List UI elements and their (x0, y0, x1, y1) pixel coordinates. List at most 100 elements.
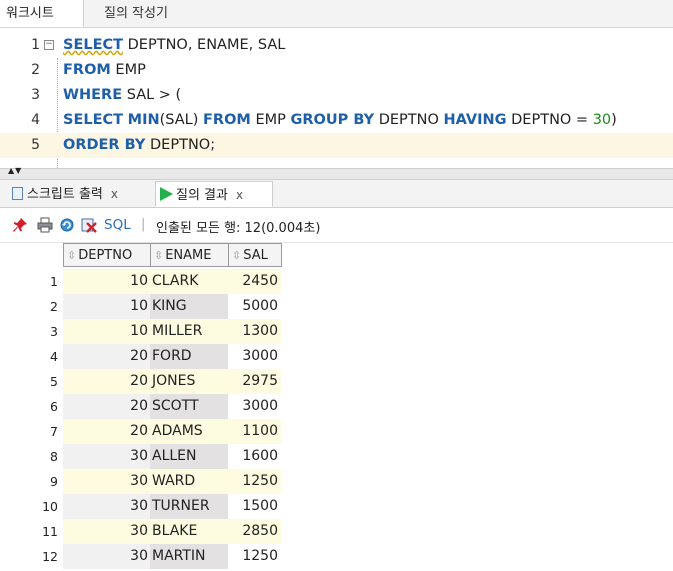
cell-sal[interactable]: 3000 (228, 394, 281, 419)
refresh-icon[interactable] (59, 217, 75, 233)
table-row[interactable]: 4 20 FORD 3000 (0, 344, 673, 369)
close-icon[interactable]: x (111, 187, 118, 201)
fold-toggle-icon[interactable]: − (44, 40, 54, 50)
code-line[interactable]: 1− SELECT DEPTNO, ENAME, SAL (0, 33, 673, 58)
row-number[interactable]: 5 (0, 369, 58, 394)
print-icon[interactable] (37, 217, 53, 233)
cell-deptno[interactable]: 20 (63, 394, 150, 419)
table-row[interactable]: 7 20 ADAMS 1100 (0, 419, 673, 444)
code-token: SELECT (63, 37, 124, 53)
cell-sal[interactable]: 5000 (228, 294, 281, 319)
cell-ename[interactable]: MILLER (150, 319, 228, 344)
cell-sal[interactable]: 1250 (228, 469, 281, 494)
pane-splitter[interactable]: ▲▼ (0, 166, 673, 180)
cell-deptno[interactable]: 10 (63, 294, 150, 319)
close-icon[interactable]: x (236, 188, 243, 202)
code-token: DEPTNO = (506, 112, 593, 128)
cell-ename[interactable]: ADAMS (150, 419, 228, 444)
sql-editor[interactable]: 1− SELECT DEPTNO, ENAME, SAL 2 FROM EMP 3 WHE… (0, 28, 673, 168)
code-token: DEPTNO (374, 112, 444, 128)
cell-sal[interactable]: 2975 (228, 369, 281, 394)
cell-sal[interactable]: 1500 (228, 494, 281, 519)
tab-query-result[interactable]: 질의 결과 x (155, 181, 273, 207)
cell-ename[interactable]: FORD (150, 344, 228, 369)
code-text: ORDER BY DEPTNO; (63, 133, 215, 158)
row-number[interactable]: 3 (0, 319, 58, 344)
sql-link[interactable]: SQL (104, 217, 131, 233)
export-icon[interactable] (81, 217, 97, 233)
script-output-icon (12, 187, 23, 200)
cell-ename[interactable]: SCOTT (150, 394, 228, 419)
cell-deptno[interactable]: 30 (63, 444, 150, 469)
cell-ename[interactable]: JONES (150, 369, 228, 394)
column-header-deptno[interactable]: ⇳ DEPTNO (63, 243, 151, 267)
cell-ename[interactable]: BLAKE (150, 519, 228, 544)
tab-query-builder[interactable]: 질의 작성기 (104, 0, 168, 27)
pin-icon[interactable] (12, 217, 28, 233)
line-number: 2 (31, 62, 40, 78)
output-tab-strip: 스크립트 출력 x 질의 결과 x (0, 180, 673, 208)
tab-script-output[interactable]: 스크립트 출력 x (8, 181, 154, 207)
code-token: DEPTNO, ENAME, SAL (123, 37, 286, 53)
cell-sal[interactable]: 2450 (228, 269, 281, 294)
cell-deptno[interactable]: 20 (63, 344, 150, 369)
cell-deptno[interactable]: 20 (63, 369, 150, 394)
cell-ename[interactable]: CLARK (150, 269, 228, 294)
tab-query-result-label: 질의 결과 (176, 188, 228, 203)
cell-deptno[interactable]: 30 (63, 494, 150, 519)
code-line[interactable]: 4 SELECT MIN(SAL) FROM EMP GROUP BY DEPTN… (0, 108, 673, 133)
row-number[interactable]: 8 (0, 444, 58, 469)
row-number[interactable]: 10 (0, 494, 58, 519)
cell-sal[interactable]: 1600 (228, 444, 281, 469)
cell-sal[interactable]: 3000 (228, 344, 281, 369)
cell-sal[interactable]: 2850 (228, 519, 281, 544)
cell-sal[interactable]: 1300 (228, 319, 281, 344)
row-number[interactable]: 2 (0, 294, 58, 319)
sort-icon: ⇳ (154, 249, 164, 262)
tab-worksheet[interactable]: 워크시트 (0, 0, 84, 27)
cell-sal[interactable]: 1250 (228, 544, 281, 569)
cell-deptno[interactable]: 10 (63, 269, 150, 294)
row-number[interactable]: 6 (0, 394, 58, 419)
cell-deptno[interactable]: 30 (63, 519, 150, 544)
table-row[interactable]: 6 20 SCOTT 3000 (0, 394, 673, 419)
code-token: SELECT (63, 112, 124, 128)
code-token: (SAL) (159, 112, 204, 128)
row-number[interactable]: 7 (0, 419, 58, 444)
code-line[interactable]: 5 ORDER BY DEPTNO; (0, 133, 673, 158)
cell-ename[interactable]: WARD (150, 469, 228, 494)
cell-ename[interactable]: KING (150, 294, 228, 319)
table-row[interactable]: 8 30 ALLEN 1600 (0, 444, 673, 469)
code-token: SAL > ( (122, 87, 182, 103)
cell-ename[interactable]: TURNER (150, 494, 228, 519)
tab-script-output-label: 스크립트 출력 (27, 187, 103, 202)
cell-deptno[interactable]: 10 (63, 319, 150, 344)
cell-deptno[interactable]: 30 (63, 544, 150, 569)
splitter-arrows-icon[interactable]: ▲▼ (8, 166, 22, 175)
table-row[interactable]: 9 30 WARD 1250 (0, 469, 673, 494)
line-number: 4 (31, 112, 40, 128)
code-line[interactable]: 3 WHERE SAL > ( (0, 83, 673, 108)
table-row[interactable]: 12 30 MARTIN 1250 (0, 544, 673, 569)
column-header-sal[interactable]: ⇳ SAL (228, 243, 282, 267)
cell-deptno[interactable]: 20 (63, 419, 150, 444)
cell-sal[interactable]: 1100 (228, 419, 281, 444)
row-number[interactable]: 9 (0, 469, 58, 494)
fetch-status: 인출된 모든 행: 12(0.004초) (156, 221, 321, 236)
table-row[interactable]: 11 30 BLAKE 2850 (0, 519, 673, 544)
row-number[interactable]: 12 (0, 544, 58, 569)
row-number[interactable]: 4 (0, 344, 58, 369)
table-row[interactable]: 3 10 MILLER 1300 (0, 319, 673, 344)
table-row[interactable]: 5 20 JONES 2975 (0, 369, 673, 394)
table-row[interactable]: 10 30 TURNER 1500 (0, 494, 673, 519)
cell-ename[interactable]: MARTIN (150, 544, 228, 569)
code-line[interactable]: 2 FROM EMP (0, 58, 673, 83)
table-row[interactable]: 2 10 KING 5000 (0, 294, 673, 319)
column-header-label: ENAME (165, 248, 212, 263)
cell-ename[interactable]: ALLEN (150, 444, 228, 469)
table-row[interactable]: 1 10 CLARK 2450 (0, 269, 673, 294)
row-number[interactable]: 1 (0, 269, 58, 294)
column-header-ename[interactable]: ⇳ ENAME (150, 243, 229, 267)
cell-deptno[interactable]: 30 (63, 469, 150, 494)
row-number[interactable]: 11 (0, 519, 58, 544)
